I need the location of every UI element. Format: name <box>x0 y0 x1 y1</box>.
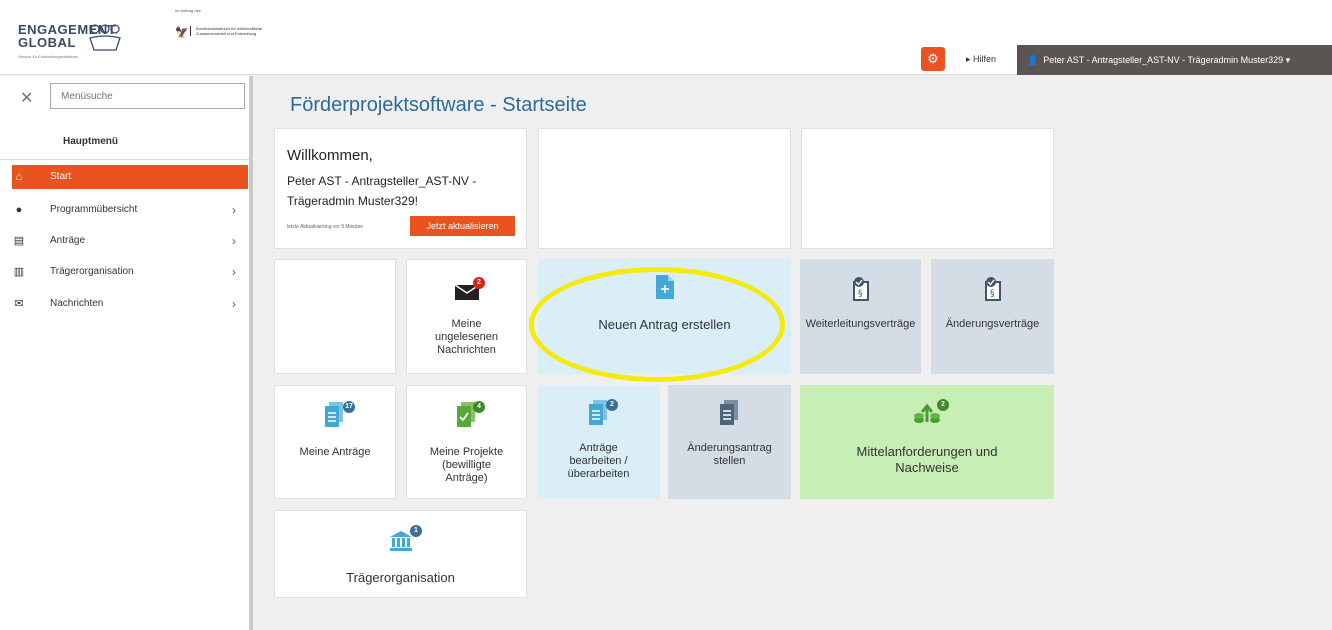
refresh-button[interactable]: Jetzt aktualisieren <box>410 216 515 236</box>
sidebar-item-label: Nachrichten <box>50 298 104 309</box>
welcome-panel: Willkommen, Peter AST - Antragsteller_AS… <box>274 128 527 249</box>
menu-title: Hauptmenü <box>63 136 118 147</box>
federal-eagle-icon: 🦅 <box>175 27 189 39</box>
tile-amendment-contracts[interactable]: § Änderungsverträge <box>931 259 1054 374</box>
sidebar-item-antraege[interactable]: ▤ Anträge › <box>12 229 248 253</box>
tile-label: Meine Projekte (bewilligte Anträge) <box>429 446 504 484</box>
sidebar-item-label: Start <box>50 171 72 182</box>
tile-edit-applications[interactable]: 2 Anträge bearbeiten / überarbeiten <box>537 385 660 499</box>
tile-new-application[interactable]: Neuen Antrag erstellen <box>538 259 791 374</box>
tile-label: Meine ungelesenen Nachrichten <box>434 318 498 356</box>
tile-label: Trägerorganisation <box>346 570 455 585</box>
empty-tile <box>274 259 396 374</box>
tile-my-applications[interactable]: 17 Meine Anträge <box>274 385 396 499</box>
tile-label: Änderungsantrag stellen <box>687 442 772 467</box>
menu-search-input[interactable] <box>50 83 245 109</box>
tile-label: Weiterleitungsverträge <box>805 318 916 330</box>
page-title: Förderprojektsoftware - Startseite <box>290 94 587 116</box>
tile-forwarding-contracts[interactable]: § Weiterleitungsverträge <box>800 259 921 374</box>
user-icon: 👤 <box>1027 55 1039 65</box>
sidebar-item-label: Programmübersicht <box>50 204 138 215</box>
new-document-icon <box>655 275 674 299</box>
institution-icon: ▥ <box>13 266 25 278</box>
envelope-icon: ✉ <box>14 298 24 310</box>
language-globe-icon[interactable]: ⚙ <box>921 47 945 71</box>
tile-label: Mittelanforderungen und Nachweise <box>856 444 998 475</box>
applications-badge: 17 <box>343 401 355 413</box>
tile-messages[interactable]: 2 Meine ungelesenen Nachrichten <box>406 259 527 374</box>
close-icon[interactable]: ✕ <box>20 88 33 108</box>
tile-funds[interactable]: 2 Mittelanforderungen und Nachweise <box>800 385 1054 499</box>
help-label: Hilfen <box>973 54 997 64</box>
user-menu-label: Peter AST - Antragsteller_AST-NV - Träge… <box>1043 55 1284 65</box>
bmz-logo: Im Auftrag des 🦅 Bundesministerium für w… <box>175 8 295 39</box>
edit-badge: 2 <box>606 399 618 411</box>
tile-my-projects[interactable]: 4 Meine Projekte (bewilligte Anträge) <box>406 385 527 499</box>
svg-text:§: § <box>858 289 863 299</box>
tile-label: Anträge bearbeiten / überarbeiten <box>567 442 630 480</box>
chevron-right-icon: › <box>232 297 236 311</box>
menu-divider <box>0 159 249 160</box>
welcome-user-name: Peter AST - Antragsteller_AST-NV - Träge… <box>287 174 477 208</box>
funds-badge: 2 <box>937 399 949 411</box>
sidebar-item-nachrichten[interactable]: ✉ Nachrichten › <box>12 292 248 316</box>
last-update-text: letzte Aktualisierung vor 9 Minuten <box>287 224 364 230</box>
people-logo-icon <box>89 24 121 51</box>
sidebar-item-label: Anträge <box>50 235 86 246</box>
chevron-right-icon: › <box>232 265 236 279</box>
contract-icon: § <box>852 277 869 301</box>
user-menu[interactable]: 👤 Peter AST - Antragsteller_AST-NV - Trä… <box>1017 45 1332 75</box>
tile-label: Meine Anträge <box>299 446 371 458</box>
globe-icon: ● <box>15 204 23 216</box>
tile-organisation[interactable]: 1 Trägerorganisation <box>274 510 527 598</box>
app-header: ENGAGEMENT GLOBAL Service für Entwicklun… <box>0 0 1332 75</box>
logo-subtitle: Service für Entwicklungsinitiativen <box>18 54 79 59</box>
chevron-right-icon: › <box>232 203 236 217</box>
sidebar-item-label: Trägerorganisation <box>50 266 134 277</box>
sidebar: ✕ Hauptmenü ⌂ Start ● Programmübersicht … <box>0 76 253 630</box>
bmz-ministry-text: Bundesministerium für wirtschaftliche Zu… <box>190 26 270 36</box>
documents-icon: ▤ <box>13 235 25 247</box>
sidebar-item-start[interactable]: ⌂ Start <box>12 165 248 189</box>
svg-text:§: § <box>990 289 995 299</box>
tile-label: Änderungsverträge <box>945 318 1040 330</box>
projects-badge: 4 <box>473 401 485 413</box>
tile-change-request[interactable]: Änderungsantrag stellen <box>668 385 791 499</box>
chevron-right-icon: › <box>232 234 236 248</box>
organisation-badge: 1 <box>410 525 422 537</box>
contract-icon: § <box>984 277 1001 301</box>
tile-label: Neuen Antrag erstellen <box>598 317 731 332</box>
empty-panel <box>538 128 791 249</box>
sidebar-item-traegerorganisation[interactable]: ▥ Trägerorganisation › <box>12 260 248 284</box>
documents-icon <box>719 400 738 425</box>
sidebar-item-programmuebersicht[interactable]: ● Programmübersicht › <box>12 198 248 222</box>
messages-badge: 2 <box>473 277 485 289</box>
empty-panel <box>801 128 1054 249</box>
bmz-auftrag-text: Im Auftrag des <box>175 8 201 13</box>
welcome-greeting: Willkommen, <box>287 147 373 164</box>
help-link[interactable]: ▸ Hilfen <box>966 54 996 65</box>
home-icon: ⌂ <box>15 171 23 183</box>
